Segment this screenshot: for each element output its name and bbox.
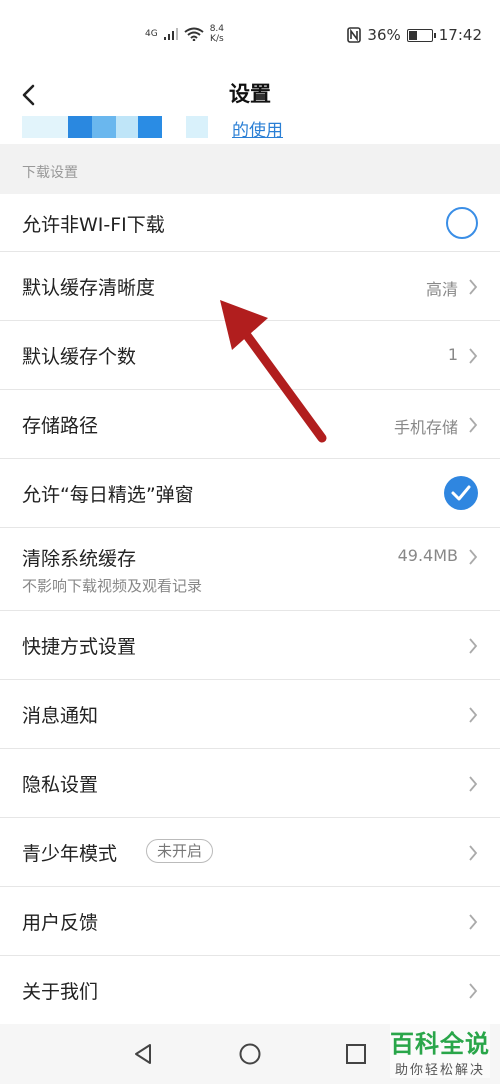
chevron-right-icon xyxy=(469,983,478,999)
setting-label: 用户反馈 xyxy=(22,912,99,934)
blurred-block xyxy=(186,116,208,138)
setting-label: 青少年模式 xyxy=(22,843,118,865)
setting-storage-path[interactable]: 存储路径 手机存储 xyxy=(0,390,500,459)
setting-feedback[interactable]: 用户反馈 xyxy=(0,887,500,956)
chevron-right-icon xyxy=(469,638,478,654)
banner-link[interactable]: 的使用 xyxy=(232,116,283,141)
setting-default-cache-count[interactable]: 默认缓存个数 1 xyxy=(0,321,500,390)
setting-default-cache-quality[interactable]: 默认缓存清晰度 高清 xyxy=(0,252,500,321)
setting-label: 隐私设置 xyxy=(22,774,99,796)
setting-label: 默认缓存清晰度 xyxy=(22,277,156,299)
setting-label: 清除系统缓存 xyxy=(22,548,137,570)
status-right: 36% 17:42 xyxy=(347,26,482,44)
checkbox-checked[interactable] xyxy=(444,476,478,510)
section-header-download: 下载设置 xyxy=(0,146,500,194)
setting-value: 49.4MB xyxy=(397,546,458,565)
setting-shortcut[interactable]: 快捷方式设置 xyxy=(0,611,500,680)
chevron-right-icon xyxy=(469,707,478,723)
section-title: 下载设置 xyxy=(22,165,78,181)
setting-label: 关于我们 xyxy=(22,981,99,1003)
blurred-block xyxy=(92,116,116,138)
setting-label: 快捷方式设置 xyxy=(22,636,137,658)
checkmark-icon xyxy=(451,485,471,501)
chevron-right-icon xyxy=(469,914,478,930)
setting-label: 默认缓存个数 xyxy=(22,346,137,368)
battery-icon xyxy=(406,28,436,42)
nav-bar: 设置 xyxy=(0,70,500,120)
setting-label: 消息通知 xyxy=(22,705,99,727)
setting-label: 存储路径 xyxy=(22,415,99,437)
nfc-icon xyxy=(347,27,362,43)
wifi-icon xyxy=(184,27,204,41)
chevron-right-icon xyxy=(469,348,478,364)
setting-clear-cache[interactable]: 清除系统缓存 不影响下载视频及观看记录 49.4MB xyxy=(0,528,500,611)
settings-list: 允许非WI-FI下载 默认缓存清晰度 高清 默认缓存个数 1 存储路径 手机存储… xyxy=(0,194,500,1025)
speed-unit: K/s xyxy=(210,34,224,44)
watermark-sub: 助你轻松解决 xyxy=(394,1063,485,1078)
setting-privacy[interactable]: 隐私设置 xyxy=(0,749,500,818)
banner-strip: 的使用 xyxy=(0,116,500,144)
status-indicators: 4G 8.4 K/s xyxy=(145,24,224,44)
watermark-logo: 百科全说 助你轻松解决 xyxy=(390,1024,490,1078)
watermark-main: 百科全说 xyxy=(390,1030,490,1058)
setting-allow-non-wifi[interactable]: 允许非WI-FI下载 xyxy=(0,194,500,252)
nav-recents-icon[interactable] xyxy=(345,1042,367,1066)
status-bar: 4G 8.4 K/s 36% 17:42 xyxy=(0,0,500,70)
speed-value: 8.4 xyxy=(209,24,225,34)
blurred-block xyxy=(138,116,162,138)
battery-percent: 36% xyxy=(367,26,401,44)
setting-about[interactable]: 关于我们 xyxy=(0,956,500,1025)
setting-label: 允许“每日精选”弹窗 xyxy=(22,484,194,506)
blurred-block xyxy=(22,116,68,138)
setting-teen-mode[interactable]: 青少年模式 未开启 xyxy=(0,818,500,887)
page-title: 设置 xyxy=(229,82,271,106)
setting-value: 高清 xyxy=(425,280,458,299)
chevron-right-icon xyxy=(469,549,478,565)
setting-daily-picks-popup[interactable]: 允许“每日精选”弹窗 xyxy=(0,459,500,528)
radio-unchecked[interactable] xyxy=(446,207,478,239)
chevron-right-icon xyxy=(469,776,478,792)
blurred-block xyxy=(68,116,92,138)
setting-label: 允许非WI-FI下载 xyxy=(22,214,165,236)
nav-home-icon[interactable] xyxy=(238,1042,262,1066)
setting-value: 手机存储 xyxy=(393,418,458,437)
setting-value: 1 xyxy=(447,345,458,364)
network-type: 4G xyxy=(145,29,158,39)
nav-back-icon[interactable] xyxy=(132,1042,154,1066)
chevron-right-icon xyxy=(469,279,478,295)
clock: 17:42 xyxy=(438,26,482,44)
setting-subtitle: 不影响下载视频及观看记录 xyxy=(22,577,203,595)
signal-icon xyxy=(163,28,178,40)
blurred-block xyxy=(116,116,138,138)
setting-notifications[interactable]: 消息通知 xyxy=(0,680,500,749)
network-speed: 8.4 K/s xyxy=(210,24,224,44)
chevron-right-icon xyxy=(469,417,478,433)
status-badge: 未开启 xyxy=(146,839,214,863)
chevron-right-icon xyxy=(469,845,478,861)
